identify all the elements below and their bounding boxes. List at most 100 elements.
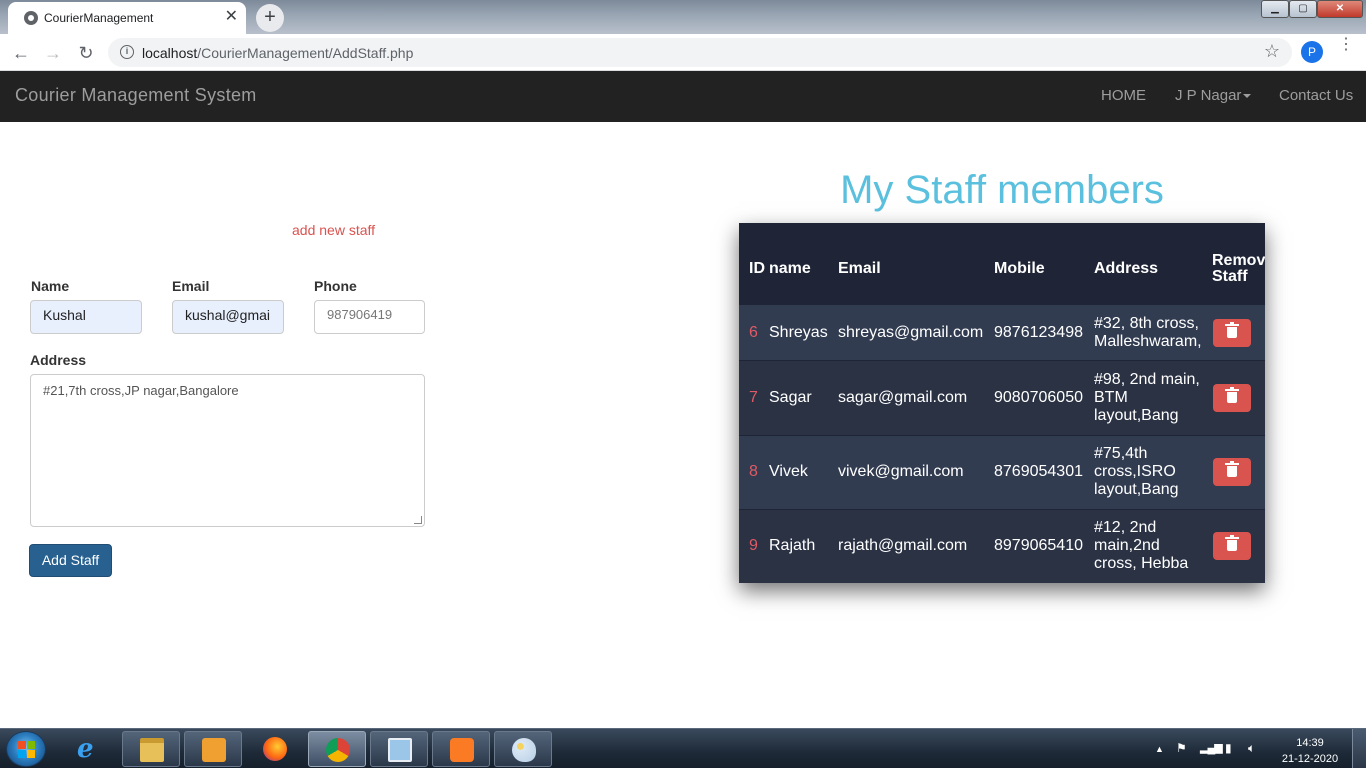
bookmark-star-icon[interactable]: ☆ <box>1264 41 1280 62</box>
url-host: localhost <box>142 45 198 61</box>
row-address: #98, 2nd main, BTM layout,Bang <box>1094 371 1200 425</box>
tab-title: CourierManagement <box>44 11 154 25</box>
chrome-icon <box>326 738 350 762</box>
row-mobile: 8769054301 <box>994 463 1083 480</box>
url-text: localhost/CourierManagement/AddStaff.php <box>142 45 413 61</box>
volume-icon[interactable]: 🔈︎ <box>1248 741 1255 756</box>
clock-time: 14:39 <box>1296 737 1324 749</box>
header-address: Address <box>1094 260 1159 277</box>
header-remove: Remov Staff <box>1212 253 1265 285</box>
table-row: 7 Sagar sagar@gmail.com 9080706050 #98, … <box>739 360 1265 435</box>
address-bar[interactable]: i localhost/CourierManagement/AddStaff.p… <box>108 38 1292 67</box>
battery-icon[interactable]: ▮ <box>1225 741 1232 755</box>
paint-icon <box>512 738 536 762</box>
action-center-flag-icon[interactable]: ⚑ <box>1176 741 1187 755</box>
resize-grip-icon[interactable] <box>414 516 422 524</box>
browser-menu-icon[interactable]: ⋮ <box>1338 37 1354 53</box>
row-mobile: 9876123498 <box>994 324 1083 341</box>
row-address-line: Malleshwaram, <box>1094 333 1202 350</box>
taskbar-firefox[interactable] <box>246 731 304 767</box>
forward-button[interactable]: → <box>40 40 66 66</box>
nav-branch-label: J P Nagar <box>1175 87 1242 104</box>
delete-staff-button[interactable] <box>1213 458 1251 486</box>
maximize-button[interactable]: ▢ <box>1289 0 1317 18</box>
row-address-line: cross,ISRO <box>1094 463 1176 480</box>
header-email: Email <box>838 260 881 277</box>
email-label: Email <box>172 278 210 294</box>
taskbar-clock[interactable]: 14:39 21-12-2020 <box>1278 735 1342 767</box>
folder-icon <box>140 738 164 762</box>
profile-avatar[interactable]: P <box>1301 41 1323 63</box>
row-address: #32, 8th cross, Malleshwaram, <box>1094 315 1202 351</box>
site-info-icon[interactable]: i <box>120 45 134 59</box>
row-address-line: #75,4th <box>1094 445 1148 462</box>
start-button[interactable] <box>6 731 46 767</box>
row-address-line: #12, 2nd <box>1094 519 1157 536</box>
phone-field[interactable]: 987906419 <box>314 300 425 334</box>
delete-staff-button[interactable] <box>1213 319 1251 347</box>
add-new-staff-link[interactable]: add new staff <box>292 222 375 238</box>
row-address-line: BTM <box>1094 389 1128 406</box>
trash-icon <box>1225 322 1239 338</box>
xampp-icon <box>450 738 474 762</box>
row-mobile: 8979065410 <box>994 537 1083 554</box>
taskbar-chrome[interactable] <box>308 731 366 767</box>
address-textarea[interactable]: #21,7th cross,JP nagar,Bangalore <box>30 374 425 527</box>
row-name: Sagar <box>769 389 812 406</box>
row-name: Shreyas <box>769 324 828 341</box>
row-name: Vivek <box>769 463 808 480</box>
reload-button[interactable]: ↻ <box>73 40 99 66</box>
row-address-line: layout,Bang <box>1094 407 1179 424</box>
header-remove-line1: Remov <box>1212 252 1265 269</box>
staff-table: ID name Email Mobile Address Remov Staff … <box>739 223 1265 583</box>
internet-explorer-icon: e <box>77 734 94 764</box>
header-id: ID <box>749 260 765 277</box>
staff-table-header: ID name Email Mobile Address Remov Staff <box>739 223 1265 304</box>
row-id: 6 <box>749 324 758 341</box>
taskbar-control-panel[interactable] <box>370 731 428 767</box>
windows-logo-icon <box>18 741 36 759</box>
name-field[interactable]: Kushal <box>30 300 142 334</box>
taskbar-file-explorer[interactable] <box>122 731 180 767</box>
network-signal-icon[interactable]: ▂▄▆ <box>1200 741 1223 754</box>
tray-expand-icon[interactable]: ▲ <box>1155 744 1164 754</box>
delete-staff-button[interactable] <box>1213 532 1251 560</box>
name-label: Name <box>31 278 70 294</box>
taskbar-paint[interactable] <box>494 731 552 767</box>
browser-titlebar: CourierManagement ✕ + ▁ ▢ ✕ <box>0 0 1366 34</box>
browser-tab[interactable]: CourierManagement ✕ <box>8 2 246 34</box>
back-button[interactable]: ← <box>8 40 34 66</box>
taskbar-xampp[interactable] <box>432 731 490 767</box>
taskbar-media-player[interactable] <box>184 731 242 767</box>
nav-home[interactable]: HOME <box>1101 87 1146 104</box>
staff-heading: My Staff members <box>840 168 1164 212</box>
table-row: 9 Rajath rajath@gmail.com 8979065410 #12… <box>739 509 1265 583</box>
firefox-icon <box>263 737 287 761</box>
media-player-icon <box>202 738 226 762</box>
phone-label: Phone <box>314 278 357 294</box>
minimize-button[interactable]: ▁ <box>1261 0 1289 18</box>
delete-staff-button[interactable] <box>1213 384 1251 412</box>
browser-toolbar: ← → ↻ i localhost/CourierManagement/AddS… <box>0 34 1366 71</box>
address-label: Address <box>30 352 87 368</box>
site-brand[interactable]: Courier Management System <box>15 85 257 106</box>
close-window-button[interactable]: ✕ <box>1317 0 1363 18</box>
trash-icon <box>1225 535 1239 551</box>
taskbar-internet-explorer[interactable]: e <box>60 731 118 767</box>
row-email: rajath@gmail.com <box>838 537 968 554</box>
show-desktop-button[interactable] <box>1352 729 1366 768</box>
email-field[interactable]: kushal@gmai <box>172 300 284 334</box>
url-path: /CourierManagement/AddStaff.php <box>197 45 414 61</box>
row-name: Rajath <box>769 537 816 554</box>
table-row: 8 Vivek vivek@gmail.com 8769054301 #75,4… <box>739 435 1265 509</box>
row-address: #12, 2nd main,2nd cross, Hebba <box>1094 519 1188 573</box>
clock-date: 21-12-2020 <box>1281 753 1339 765</box>
trash-icon <box>1225 387 1239 403</box>
tab-close-icon[interactable]: ✕ <box>225 8 238 26</box>
header-remove-line2: Staff <box>1212 268 1248 285</box>
nav-contact[interactable]: Contact Us <box>1279 87 1353 104</box>
nav-branch-dropdown[interactable]: J P Nagar <box>1175 87 1252 104</box>
new-tab-button[interactable]: + <box>256 4 284 32</box>
site-navbar: Courier Management System HOME J P Nagar… <box>0 71 1366 122</box>
add-staff-button[interactable]: Add Staff <box>29 544 112 577</box>
